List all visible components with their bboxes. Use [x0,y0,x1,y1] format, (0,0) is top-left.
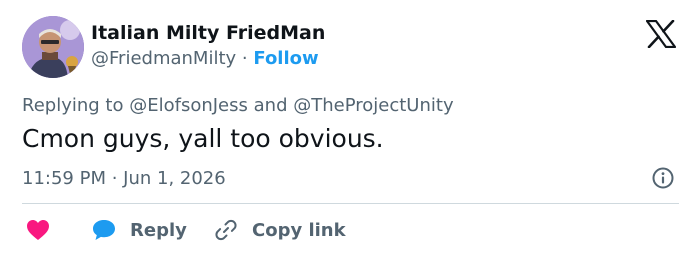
user-display-name[interactable]: Italian Milty FriedMan [91,22,325,44]
divider [22,203,679,204]
heart-icon[interactable] [26,219,50,241]
avatar[interactable] [22,16,84,78]
mention-link[interactable]: @ElofsonJess [129,95,248,116]
user-handle[interactable]: @FriedmanMilty [91,48,236,69]
separator-dot: · [241,48,248,69]
copy-link-button[interactable]: Copy link [214,217,346,243]
link-icon [215,219,237,241]
reply-label: Reply [130,219,187,241]
replying-to-prefix: Replying to [22,95,124,116]
follow-button[interactable]: Follow [253,48,318,69]
info-icon[interactable] [652,167,674,189]
reply-button[interactable]: Reply [92,217,187,243]
tweet-timestamp[interactable]: 11:59 PM · Jun 1, 2026 [22,168,226,189]
speech-bubble-icon [93,220,115,240]
user-handle-line: @FriedmanMilty · Follow [91,48,319,69]
replying-to-line: Replying to @ElofsonJess and @TheProject… [22,95,454,116]
tweet-text: Cmon guys, yall too obvious. [22,124,384,153]
avatar-image [22,16,84,78]
copy-link-label: Copy link [252,219,346,241]
mention-link[interactable]: @TheProjectUnity [293,95,453,116]
replying-to-conjunction: and [253,95,288,116]
x-logo-icon[interactable] [645,19,677,49]
